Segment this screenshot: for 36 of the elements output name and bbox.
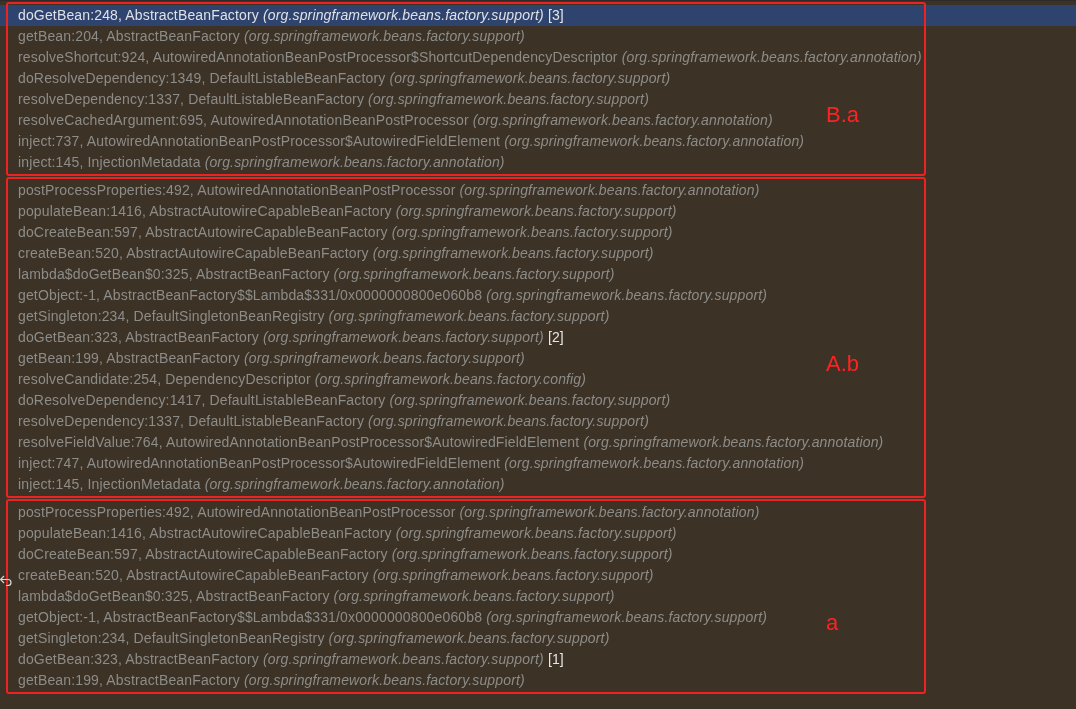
stack-frame[interactable]: createBean:520, AbstractAutowireCapableBeanFactory (org.springframework.beans.factory.support)	[0, 243, 660, 264]
annotation-label: B.a	[826, 102, 860, 128]
stack-frame[interactable]: postProcessProperties:492, AutowiredAnnotationBeanPostProcessor (org.springframework.beans.factory.annotation)	[0, 502, 766, 523]
stack-frame[interactable]: getBean:204, AbstractBeanFactory (org.springframework.beans.factory.support)	[0, 26, 531, 47]
stack-frame[interactable]: getSingleton:234, DefaultSingletonBeanRegistry (org.springframework.beans.factory.support)	[0, 628, 616, 649]
stack-frame[interactable]: inject:737, AutowiredAnnotationBeanPostProcessor$AutowiredFieldElement (org.springframework.beans.factory.annotation)	[0, 131, 811, 152]
stack-frame[interactable]: doResolveDependency:1349, DefaultListableBeanFactory (org.springframework.beans.factory.support)	[0, 68, 677, 89]
stack-frame[interactable]: getObject:-1, AbstractBeanFactory$$Lambda$331/0x0000000800e060b8 (org.springframework.beans.factory.support)	[0, 285, 774, 306]
stack-frame[interactable]: createBean:520, AbstractAutowireCapableBeanFactory (org.springframework.beans.factory.support)	[0, 565, 660, 586]
stack-frame[interactable]: postProcessProperties:492, AutowiredAnnotationBeanPostProcessor (org.springframework.beans.factory.annotation)	[0, 180, 766, 201]
stack-frame[interactable]: getSingleton:234, DefaultSingletonBeanRegistry (org.springframework.beans.factory.support)	[0, 306, 616, 327]
stack-frame[interactable]: resolveDependency:1337, DefaultListableBeanFactory (org.springframework.beans.factory.support)	[0, 411, 655, 432]
stack-frame[interactable]: doResolveDependency:1417, DefaultListableBeanFactory (org.springframework.beans.factory.support)	[0, 390, 677, 411]
stack-frame[interactable]: doGetBean:248, AbstractBeanFactory (org.springframework.beans.factory.support) [3]	[0, 5, 1076, 26]
stack-frame[interactable]: inject:145, InjectionMetadata (org.springframework.beans.factory.annotation)	[0, 152, 511, 173]
annotation-label: A.b	[826, 350, 860, 377]
annotation-label: a	[826, 609, 839, 636]
stack-frame[interactable]: resolveShortcut:924, AutowiredAnnotationBeanPostProcessor$ShortcutDependencyDescriptor (org.springframework.beans.factory.annotation)	[0, 47, 928, 68]
stack-frame[interactable]: getBean:199, AbstractBeanFactory (org.springframework.beans.factory.support)	[0, 348, 531, 369]
stack-frame[interactable]: getObject:-1, AbstractBeanFactory$$Lambda$331/0x0000000800e060b8 (org.springframework.beans.factory.support)	[0, 607, 774, 628]
stack-frame[interactable]: doCreateBean:597, AbstractAutowireCapableBeanFactory (org.springframework.beans.factory.support)	[0, 222, 679, 243]
stack-frame[interactable]: resolveCachedArgument:695, AutowiredAnnotationBeanPostProcessor (org.springframework.beans.factory.annotation)	[0, 110, 779, 131]
stack-frame[interactable]: resolveFieldValue:764, AutowiredAnnotationBeanPostProcessor$AutowiredFieldElement (org.springframework.beans.factory.annotation)	[0, 432, 890, 453]
stack-frame[interactable]: populateBean:1416, AbstractAutowireCapableBeanFactory (org.springframework.beans.factory.support)	[0, 201, 683, 222]
stack-frame[interactable]: doGetBean:323, AbstractBeanFactory (org.springframework.beans.factory.support) [1]	[0, 649, 570, 670]
stack-frame[interactable]: inject:145, InjectionMetadata (org.springframework.beans.factory.annotation)	[0, 474, 511, 495]
stack-frame[interactable]: lambda$doGetBean$0:325, AbstractBeanFactory (org.springframework.beans.factory.support)	[0, 264, 621, 285]
stack-frame[interactable]: getBean:199, AbstractBeanFactory (org.springframework.beans.factory.support)	[0, 670, 531, 691]
stack-frame[interactable]: populateBean:1416, AbstractAutowireCapableBeanFactory (org.springframework.beans.factory.support)	[0, 523, 683, 544]
stack-frame[interactable]: lambda$doGetBean$0:325, AbstractBeanFactory (org.springframework.beans.factory.support)	[0, 586, 621, 607]
stack-frame[interactable]: resolveDependency:1337, DefaultListableBeanFactory (org.springframework.beans.factory.support)	[0, 89, 655, 110]
stack-frame[interactable]: inject:747, AutowiredAnnotationBeanPostProcessor$AutowiredFieldElement (org.springframework.beans.factory.annotation)	[0, 453, 811, 474]
stack-frame[interactable]: doCreateBean:597, AbstractAutowireCapableBeanFactory (org.springframework.beans.factory.support)	[0, 544, 679, 565]
stack-frame[interactable]: doGetBean:323, AbstractBeanFactory (org.springframework.beans.factory.support) [2]	[0, 327, 570, 348]
stack-frame[interactable]: resolveCandidate:254, DependencyDescriptor (org.springframework.beans.factory.config)	[0, 369, 593, 390]
hook-arrow-icon	[0, 574, 12, 586]
